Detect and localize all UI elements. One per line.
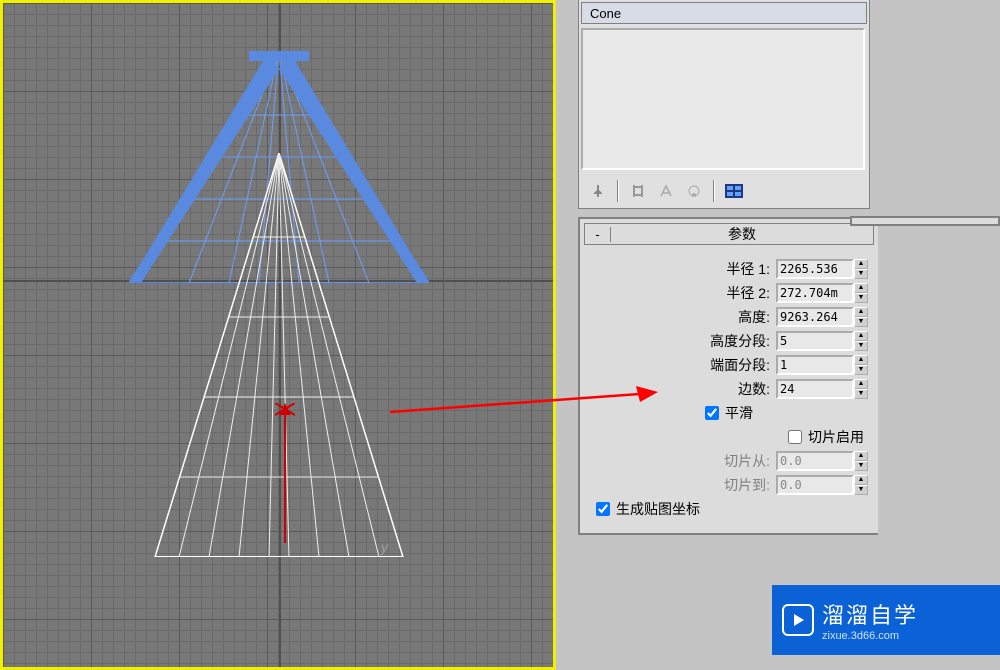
modifier-toolbar — [581, 176, 865, 206]
modifier-stack-panel: Cone — [578, 0, 870, 209]
command-panel: Cone — [556, 0, 1000, 670]
cap-segs-row: 端面分段: ▲▼ — [590, 355, 868, 375]
toolbar-separator — [713, 180, 715, 202]
spin-up[interactable]: ▲ — [854, 379, 868, 389]
gen-mapping-checkbox[interactable] — [596, 502, 610, 516]
height-segs-row: 高度分段: ▲▼ — [590, 331, 868, 351]
spin-down[interactable]: ▼ — [854, 317, 868, 327]
spin-up[interactable]: ▲ — [854, 283, 868, 293]
height-segs-label: 高度分段: — [710, 331, 770, 351]
spin-up[interactable]: ▲ — [854, 331, 868, 341]
height-row: 高度: ▲▼ — [590, 307, 868, 327]
parameters-rollup: - 参数 半径 1: ▲▼ 半径 2: ▲▼ — [578, 217, 878, 535]
configure-modifier-sets-button[interactable] — [721, 178, 747, 204]
viewport-panel[interactable]: y — [0, 0, 556, 670]
spin-down: ▼ — [854, 461, 868, 471]
radius2-label: 半径 2: — [726, 283, 770, 303]
spin-up[interactable]: ▲ — [854, 259, 868, 269]
make-unique-button[interactable] — [653, 178, 679, 204]
modifier-stack-list[interactable] — [581, 28, 865, 170]
cap-segs-label: 端面分段: — [710, 355, 770, 375]
spin-up[interactable]: ▲ — [854, 307, 868, 317]
pin-stack-button[interactable] — [585, 178, 611, 204]
show-end-result-button[interactable] — [625, 178, 651, 204]
slice-to-input — [776, 475, 854, 495]
spin-down[interactable]: ▼ — [854, 293, 868, 303]
rollup-header[interactable]: - 参数 — [584, 223, 874, 245]
spin-down[interactable]: ▼ — [854, 341, 868, 351]
spin-up: ▲ — [854, 451, 868, 461]
radius1-row: 半径 1: ▲▼ — [590, 259, 868, 279]
rollup-collapse-toggle[interactable]: - — [585, 227, 611, 242]
slice-from-label: 切片从: — [724, 451, 770, 471]
spin-down[interactable]: ▼ — [854, 269, 868, 279]
height-segs-input[interactable] — [776, 331, 854, 351]
watermark-title: 溜溜自学 — [822, 598, 918, 630]
play-icon — [782, 604, 814, 636]
remove-modifier-button[interactable] — [681, 178, 707, 204]
panel-divider — [850, 216, 1000, 226]
spin-down: ▼ — [854, 485, 868, 495]
spin-up[interactable]: ▲ — [854, 355, 868, 365]
slice-on-label: 切片启用 — [808, 427, 864, 447]
object-type-label: Cone — [582, 6, 629, 21]
smooth-checkbox[interactable] — [705, 406, 719, 420]
watermark-badge: 溜溜自学 zixue.3d66.com — [772, 585, 1000, 655]
sides-label: 边数: — [738, 379, 770, 399]
height-input[interactable] — [776, 307, 854, 327]
gen-mapping-row: 生成贴图坐标 — [590, 499, 868, 519]
slice-to-row: 切片到: ▲▼ — [590, 475, 868, 495]
slice-to-label: 切片到: — [724, 475, 770, 495]
slice-on-row: 切片启用 — [590, 427, 868, 447]
spin-up: ▲ — [854, 475, 868, 485]
radius1-label: 半径 1: — [726, 259, 770, 279]
spin-down[interactable]: ▼ — [854, 365, 868, 375]
toolbar-separator — [617, 180, 619, 202]
sides-input[interactable] — [776, 379, 854, 399]
watermark-url: zixue.3d66.com — [822, 630, 918, 642]
transform-gizmo[interactable] — [275, 403, 295, 543]
slice-from-input — [776, 451, 854, 471]
object-name-row[interactable]: Cone — [581, 2, 867, 24]
radius1-input[interactable] — [776, 259, 854, 279]
gen-mapping-label: 生成贴图坐标 — [616, 499, 700, 519]
slice-on-checkbox[interactable] — [788, 430, 802, 444]
slice-from-row: 切片从: ▲▼ — [590, 451, 868, 471]
radius2-row: 半径 2: ▲▼ — [590, 283, 868, 303]
radius2-input[interactable] — [776, 283, 854, 303]
cap-segs-input[interactable] — [776, 355, 854, 375]
spin-down[interactable]: ▼ — [854, 389, 868, 399]
smooth-label: 平滑 — [725, 403, 753, 423]
height-label: 高度: — [738, 307, 770, 327]
rollup-title: 参数 — [611, 224, 873, 244]
annotation-arrow — [390, 386, 660, 416]
